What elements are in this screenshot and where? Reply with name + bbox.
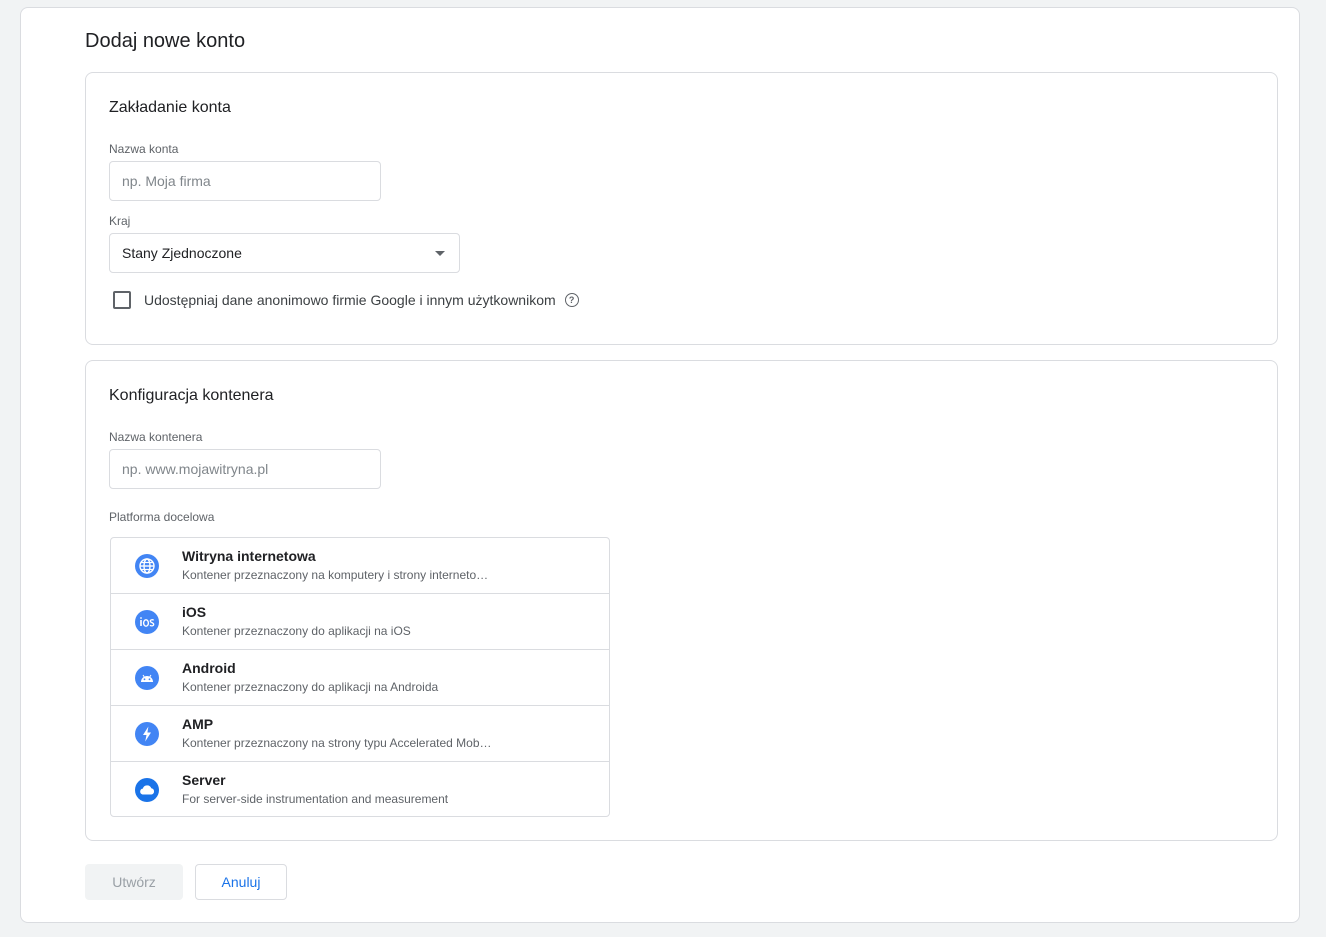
container-name-input[interactable] <box>109 449 381 489</box>
platform-list: Witryna internetowa Kontener przeznaczon… <box>110 537 610 817</box>
cancel-button[interactable]: Anuluj <box>195 864 287 900</box>
android-icon <box>135 666 159 690</box>
platform-name: Android <box>182 660 236 676</box>
country-select-value: Stany Zjednoczone <box>122 245 242 261</box>
platform-option-server[interactable]: Server For server-side instrumentation a… <box>111 762 609 816</box>
account-setup-section: Zakładanie konta Nazwa konta Kraj Stany … <box>85 72 1278 345</box>
container-setup-section: Konfiguracja kontenera Nazwa kontenera P… <box>85 360 1278 841</box>
platform-description: Kontener przeznaczony na strony typu Acc… <box>182 736 492 750</box>
account-name-label: Nazwa konta <box>109 142 179 156</box>
create-button[interactable]: Utwórz <box>85 864 183 900</box>
country-label: Kraj <box>109 214 131 228</box>
platform-option-ios[interactable]: iOS Kontener przeznaczony do aplikacji n… <box>111 594 609 650</box>
platform-option-android[interactable]: Android Kontener przeznaczony do aplikac… <box>111 650 609 706</box>
account-name-input[interactable] <box>109 161 381 201</box>
share-data-checkbox[interactable] <box>113 291 131 309</box>
help-icon[interactable]: ? <box>564 293 579 307</box>
platform-description: Kontener przeznaczony do aplikacji na An… <box>182 680 439 694</box>
globe-icon <box>135 554 159 578</box>
country-select[interactable]: Stany Zjednoczone <box>109 233 460 273</box>
platform-name: Server <box>182 772 226 788</box>
ios-icon <box>135 610 159 634</box>
platform-option-web[interactable]: Witryna internetowa Kontener przeznaczon… <box>111 538 609 594</box>
account-setup-title: Zakładanie konta <box>109 99 231 116</box>
platform-description: Kontener przeznaczony na komputery i str… <box>182 568 489 582</box>
share-data-row: Udostępniaj dane anonimowo firmie Google… <box>113 291 579 309</box>
platform-description: For server-side instrumentation and meas… <box>182 792 449 806</box>
cloud-icon <box>135 778 159 802</box>
amp-icon <box>135 722 159 746</box>
platform-name: iOS <box>182 604 207 620</box>
container-setup-title: Konfiguracja kontenera <box>109 387 274 404</box>
container-name-label: Nazwa kontenera <box>109 430 203 444</box>
dropdown-arrow-icon <box>435 251 445 256</box>
page-title: Dodaj nowe konto <box>85 30 246 52</box>
platform-option-amp[interactable]: AMP Kontener przeznaczony na strony typu… <box>111 706 609 762</box>
share-data-label: Udostępniaj dane anonimowo firmie Google… <box>144 292 556 308</box>
add-account-card: Dodaj nowe konto Zakładanie konta Nazwa … <box>20 7 1300 923</box>
platform-name: AMP <box>182 716 214 732</box>
platform-description: Kontener przeznaczony do aplikacji na iO… <box>182 624 411 638</box>
platform-name: Witryna internetowa <box>182 548 316 564</box>
target-platform-label: Platforma docelowa <box>109 510 215 524</box>
